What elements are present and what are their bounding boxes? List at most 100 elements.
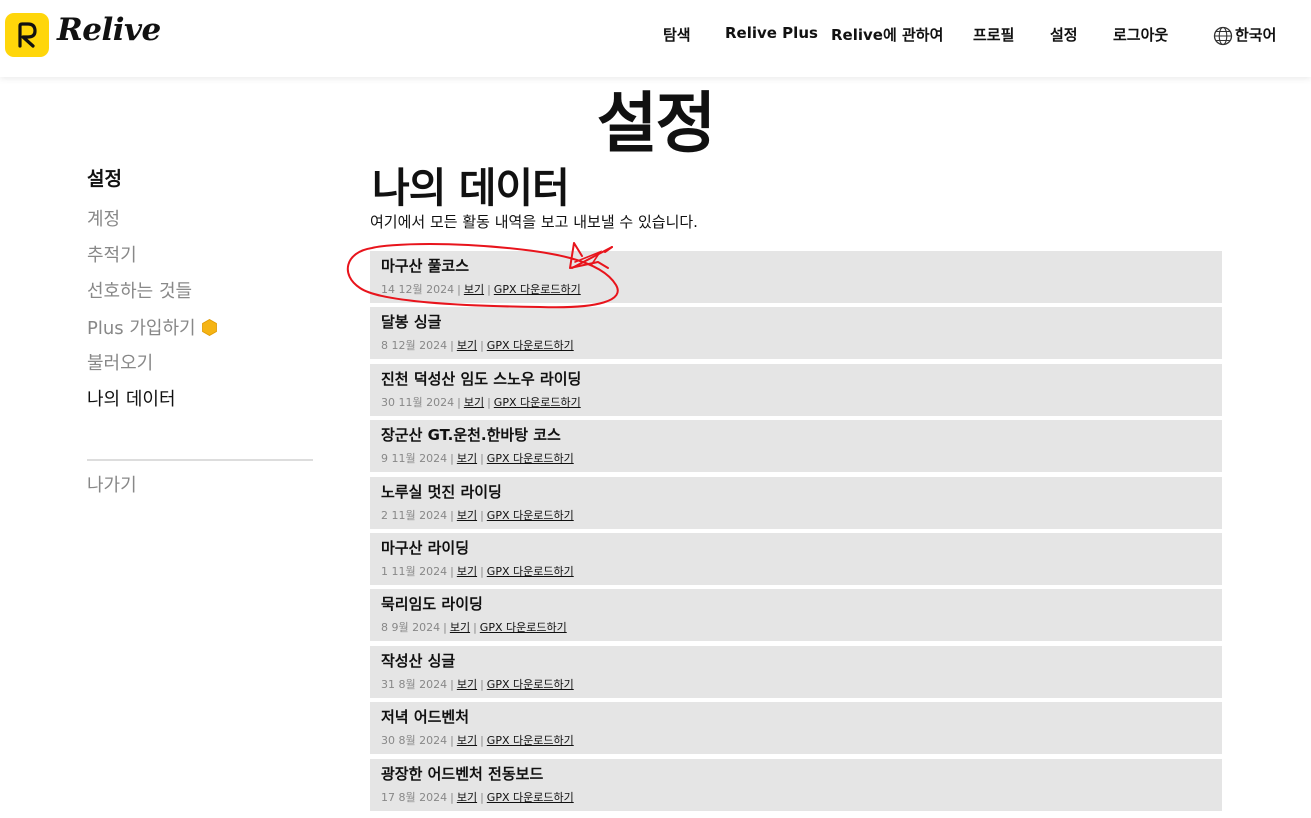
sidebar-item-my-data[interactable]: 나의 데이터 xyxy=(87,385,176,411)
meta-separator: | xyxy=(450,678,454,691)
activity-date: 30 8월 2024 xyxy=(381,734,448,747)
view-link[interactable]: 보기 xyxy=(457,791,477,804)
nav-explore[interactable]: 탐색 xyxy=(663,24,691,45)
gpx-download-link[interactable]: GPX 다운로드하기 xyxy=(487,565,574,578)
activity-date: 31 8월 2024 xyxy=(381,678,448,691)
meta-separator: | xyxy=(487,396,491,409)
gpx-download-link[interactable]: GPX 다운로드하기 xyxy=(487,678,574,691)
main-nav: 탐색 Relive Plus Relive에 관하여 프로필 설정 로그아웃 한… xyxy=(0,24,1311,48)
gpx-download-link[interactable]: GPX 다운로드하기 xyxy=(487,452,574,465)
meta-separator: | xyxy=(473,621,477,634)
globe-icon[interactable] xyxy=(1213,26,1233,46)
sidebar-item-plus[interactable]: Plus 가입하기 xyxy=(87,314,217,340)
activity-title: 저녁 어드벤처 xyxy=(381,708,470,726)
view-link[interactable]: 보기 xyxy=(457,509,477,522)
activity-date: 14 12월 2024 xyxy=(381,283,455,296)
activity-meta: 9 11월 2024 | 보기 | GPX 다운로드하기 xyxy=(381,450,574,466)
activity-meta: 30 8월 2024 | 보기 | GPX 다운로드하기 xyxy=(381,732,574,748)
activity-title: 노루실 멋진 라이딩 xyxy=(381,483,502,501)
view-link[interactable]: 보기 xyxy=(464,283,484,296)
gpx-download-link[interactable]: GPX 다운로드하기 xyxy=(494,283,581,296)
activity-row: 마구산 풀코스 14 12월 2024 | 보기 | GPX 다운로드하기 xyxy=(370,251,1222,303)
meta-separator: | xyxy=(443,621,447,634)
activity-meta: 1 11월 2024 | 보기 | GPX 다운로드하기 xyxy=(381,563,574,579)
sidebar-item-import[interactable]: 불러오기 xyxy=(87,349,153,375)
sidebar-item-preferences[interactable]: 선호하는 것들 xyxy=(87,277,192,303)
activity-row: 달봉 싱글 8 12월 2024 | 보기 | GPX 다운로드하기 xyxy=(370,307,1222,359)
activity-meta: 8 9월 2024 | 보기 | GPX 다운로드하기 xyxy=(381,619,567,635)
activity-date: 17 8월 2024 xyxy=(381,791,448,804)
activity-row: 노루실 멋진 라이딩 2 11월 2024 | 보기 | GPX 다운로드하기 xyxy=(370,477,1222,529)
activity-title: 마구산 풀코스 xyxy=(381,257,470,275)
gpx-download-link[interactable]: GPX 다운로드하기 xyxy=(494,396,581,409)
meta-separator: | xyxy=(487,283,491,296)
activity-row: 진천 덕성산 임도 스노우 라이딩 30 11월 2024 | 보기 | GPX 다운로드… xyxy=(370,364,1222,416)
meta-separator: | xyxy=(480,734,484,747)
meta-separator: | xyxy=(480,452,484,465)
sidebar-item-trackers[interactable]: 추적기 xyxy=(87,241,137,267)
meta-separator: | xyxy=(480,509,484,522)
gpx-download-link[interactable]: GPX 다운로드하기 xyxy=(487,339,574,352)
activity-date: 8 9월 2024 xyxy=(381,621,441,634)
activity-date: 1 11월 2024 xyxy=(381,565,448,578)
gpx-download-link[interactable]: GPX 다운로드하기 xyxy=(487,734,574,747)
activity-row: 광장한 어드벤처 전동보드 17 8월 2024 | 보기 | GPX 다운로드하기 xyxy=(370,759,1222,811)
meta-separator: | xyxy=(457,396,461,409)
view-link[interactable]: 보기 xyxy=(457,339,477,352)
meta-separator: | xyxy=(450,791,454,804)
activity-date: 9 11월 2024 xyxy=(381,452,448,465)
activity-date: 30 11월 2024 xyxy=(381,396,455,409)
activity-row: 묵리임도 라이딩 8 9월 2024 | 보기 | GPX 다운로드하기 xyxy=(370,589,1222,641)
activity-meta: 8 12월 2024 | 보기 | GPX 다운로드하기 xyxy=(381,337,574,353)
activity-date: 2 11월 2024 xyxy=(381,509,448,522)
top-navigation-bar: Relive 탐색 Relive Plus Relive에 관하여 프로필 설정… xyxy=(0,0,1311,77)
meta-separator: | xyxy=(450,509,454,522)
activity-row: 저녁 어드벤처 30 8월 2024 | 보기 | GPX 다운로드하기 xyxy=(370,702,1222,754)
view-link[interactable]: 보기 xyxy=(450,621,470,634)
view-link[interactable]: 보기 xyxy=(457,734,477,747)
meta-separator: | xyxy=(480,678,484,691)
nav-settings[interactable]: 설정 xyxy=(1050,24,1078,45)
meta-separator: | xyxy=(457,283,461,296)
gpx-download-link[interactable]: GPX 다운로드하기 xyxy=(487,791,574,804)
meta-separator: | xyxy=(480,565,484,578)
view-link[interactable]: 보기 xyxy=(457,565,477,578)
activity-title: 장군산 GT.운천.한바탕 코스 xyxy=(381,426,561,444)
meta-separator: | xyxy=(450,565,454,578)
meta-separator: | xyxy=(480,339,484,352)
activity-row: 장군산 GT.운천.한바탕 코스 9 11월 2024 | 보기 | GPX 다운로드하기 xyxy=(370,420,1222,472)
view-link[interactable]: 보기 xyxy=(457,678,477,691)
nav-language[interactable]: 한국어 xyxy=(1235,24,1276,45)
activity-meta: 31 8월 2024 | 보기 | GPX 다운로드하기 xyxy=(381,676,574,692)
activity-meta: 17 8월 2024 | 보기 | GPX 다운로드하기 xyxy=(381,789,574,805)
activity-row: 마구산 라이딩 1 11월 2024 | 보기 | GPX 다운로드하기 xyxy=(370,533,1222,585)
activity-title: 작성산 싱글 xyxy=(381,652,456,670)
meta-separator: | xyxy=(450,734,454,747)
activity-row: 작성산 싱글 31 8월 2024 | 보기 | GPX 다운로드하기 xyxy=(370,646,1222,698)
nav-about[interactable]: Relive에 관하여 xyxy=(831,24,943,45)
activity-title: 달봉 싱글 xyxy=(381,313,442,331)
gpx-download-link[interactable]: GPX 다운로드하기 xyxy=(487,509,574,522)
meta-separator: | xyxy=(480,791,484,804)
sidebar-item-plus-label: Plus 가입하기 xyxy=(87,318,196,339)
activity-meta: 14 12월 2024 | 보기 | GPX 다운로드하기 xyxy=(381,281,581,297)
view-link[interactable]: 보기 xyxy=(457,452,477,465)
nav-logout[interactable]: 로그아웃 xyxy=(1113,24,1168,45)
section-description: 여기에서 모든 활동 내역을 보고 내보낼 수 있습니다. xyxy=(370,213,698,231)
gpx-download-link[interactable]: GPX 다운로드하기 xyxy=(480,621,567,634)
activity-title: 묵리임도 라이딩 xyxy=(381,595,483,613)
meta-separator: | xyxy=(450,452,454,465)
section-title: 나의 데이터 xyxy=(372,164,570,212)
page-title: 설정 xyxy=(596,85,716,162)
activity-title: 진천 덕성산 임도 스노우 라이딩 xyxy=(381,370,582,388)
meta-separator: | xyxy=(450,339,454,352)
sidebar-item-account[interactable]: 계정 xyxy=(87,205,120,231)
sidebar-item-exit[interactable]: 나가기 xyxy=(87,471,137,497)
sidebar-heading: 설정 xyxy=(87,168,122,190)
nav-relive-plus[interactable]: Relive Plus xyxy=(725,24,818,42)
view-link[interactable]: 보기 xyxy=(464,396,484,409)
activity-date: 8 12월 2024 xyxy=(381,339,448,352)
activity-title: 마구산 라이딩 xyxy=(381,539,470,557)
nav-profile[interactable]: 프로필 xyxy=(973,24,1014,45)
activity-title: 광장한 어드벤처 전동보드 xyxy=(381,765,544,783)
